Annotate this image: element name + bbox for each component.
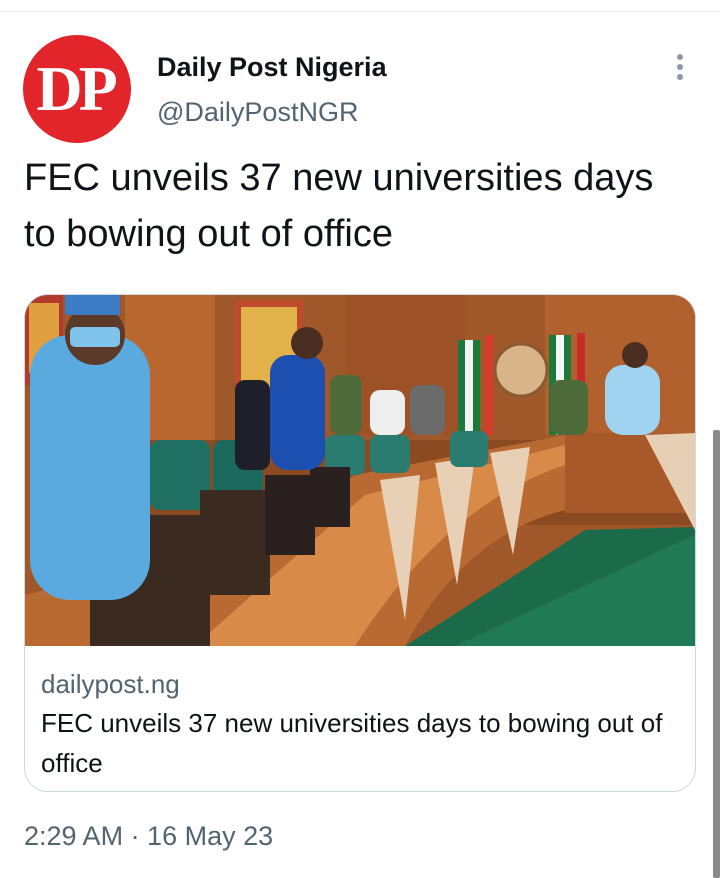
avatar[interactable]: DP <box>23 35 131 143</box>
link-card[interactable]: dailypost.ng FEC unveils 37 new universi… <box>24 294 696 792</box>
more-dot <box>677 74 683 80</box>
tweet-text: FEC unveils 37 new universities days to … <box>24 157 654 255</box>
avatar-logo-text: DP <box>36 53 117 124</box>
link-card-title[interactable]: FEC unveils 37 new universities days to … <box>41 703 681 783</box>
top-divider <box>0 11 720 12</box>
scrollbar[interactable] <box>713 430 720 878</box>
display-name[interactable]: Daily Post Nigeria <box>157 50 387 84</box>
link-card-domain[interactable]: dailypost.ng <box>41 667 180 701</box>
user-handle[interactable]: @DailyPostNGR <box>157 95 358 129</box>
more-options-icon[interactable] <box>664 52 696 82</box>
link-card-image[interactable] <box>25 295 695 646</box>
more-dot <box>677 64 683 70</box>
tweet-timestamp[interactable]: 2:29 AM · 16 May 23 <box>24 818 273 854</box>
more-dot <box>677 54 683 60</box>
